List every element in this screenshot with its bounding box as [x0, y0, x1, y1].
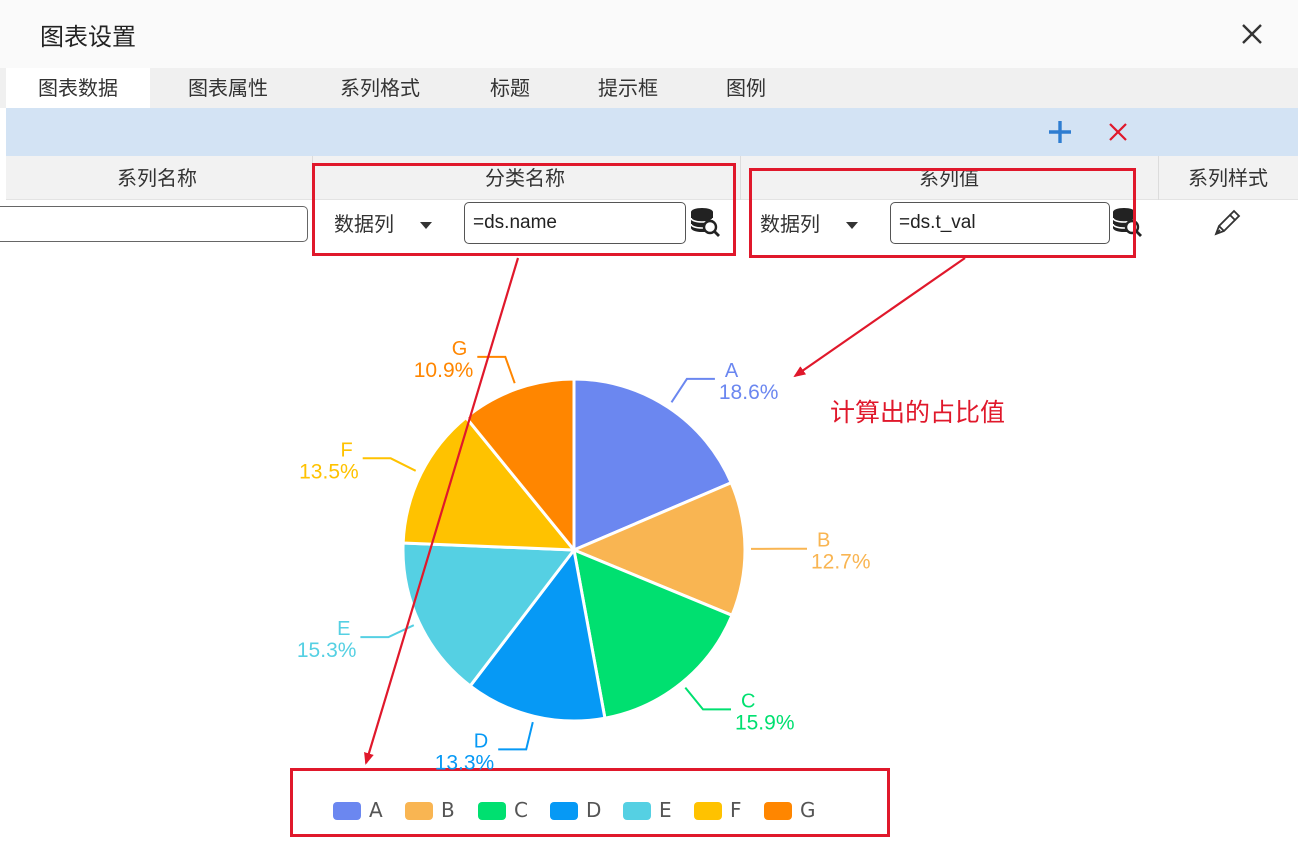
legend-label: B	[441, 798, 455, 822]
leader-line-g	[477, 355, 516, 384]
pie-label-category: C	[741, 690, 755, 712]
pie-label-category: A	[725, 360, 739, 382]
pie-label-percent: 13.5%	[299, 460, 359, 483]
pie-label-percent: 18.6%	[719, 381, 779, 404]
annotation-text: 计算出的占比值	[830, 398, 1006, 427]
legend-label: F	[730, 798, 742, 822]
legend-item-c[interactable]: C	[478, 798, 538, 822]
pie-label-category: F	[340, 439, 352, 461]
pie-label-category: E	[337, 618, 350, 640]
legend-item-a[interactable]: A	[333, 798, 393, 822]
pie-label-percent: 15.9%	[735, 711, 795, 734]
legend-item-d[interactable]: D	[550, 798, 610, 822]
legend-label: D	[586, 798, 602, 822]
legend-item-b[interactable]: B	[405, 798, 465, 822]
leader-line-d	[498, 721, 534, 751]
legend-swatch	[764, 802, 792, 820]
legend-swatch	[623, 802, 651, 820]
leader-line-c	[684, 686, 731, 711]
pie-chart: A18.6% B12.7% C15.9% D13.3% E15.3% F13.5% G10.…	[297, 257, 966, 774]
legend-swatch	[550, 802, 578, 820]
legend-item-e[interactable]: E	[623, 798, 683, 822]
pie-label-category: G	[452, 338, 468, 360]
leader-line-a	[670, 377, 715, 403]
legend-swatch	[333, 802, 361, 820]
annotation-arrow-value	[793, 257, 966, 378]
legend-label: G	[800, 798, 816, 822]
pie-label-percent: 15.3%	[297, 639, 357, 662]
leader-line-f	[362, 457, 417, 472]
legend-label: E	[659, 798, 672, 822]
legend-item-g[interactable]: G	[764, 798, 824, 822]
legend-label: A	[369, 798, 383, 822]
legend-item-f[interactable]: F	[694, 798, 754, 822]
legend-swatch	[694, 802, 722, 820]
pie-label-percent: 13.3%	[435, 751, 495, 774]
pie-label-percent: 10.9%	[414, 359, 474, 382]
pie-slices	[401, 377, 747, 723]
pie-label-percent: 12.7%	[811, 551, 871, 574]
pie-label-category: B	[817, 530, 830, 552]
legend-label: C	[514, 798, 528, 822]
legend-swatch	[478, 802, 506, 820]
legend-swatch	[405, 802, 433, 820]
pie-label-category: D	[474, 730, 488, 752]
